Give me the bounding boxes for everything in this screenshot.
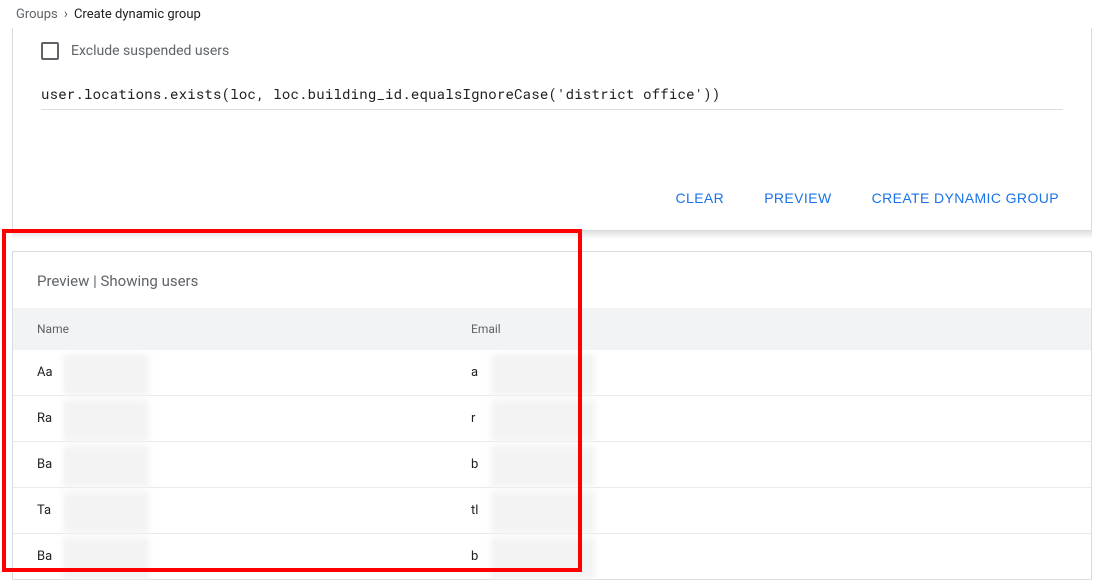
redaction-bar <box>63 354 149 395</box>
action-row: CLEAR PREVIEW CREATE DYNAMIC GROUP <box>41 110 1063 214</box>
redaction-bar <box>63 492 149 533</box>
create-group-button[interactable]: CREATE DYNAMIC GROUP <box>868 186 1063 210</box>
preview-button[interactable]: PREVIEW <box>760 186 835 210</box>
exclude-suspended-label: Exclude suspended users <box>71 43 229 59</box>
breadcrumb-current: Create dynamic group <box>74 7 201 22</box>
redaction-bar <box>63 538 149 579</box>
redaction-bar <box>63 400 149 441</box>
redaction-bar <box>491 446 595 487</box>
table-row[interactable]: Ba b <box>13 442 1091 488</box>
chevron-right-icon: › <box>64 6 68 22</box>
preview-header: Preview | Showing users <box>13 252 1091 308</box>
column-email-header: Email <box>471 322 1067 336</box>
table-header: Name Email <box>13 308 1091 350</box>
redaction-bar <box>491 400 595 441</box>
redaction-bar <box>491 354 595 395</box>
table-row[interactable]: Ta tl <box>13 488 1091 534</box>
table-row[interactable]: Aa a <box>13 350 1091 396</box>
shadow-divider <box>12 231 1092 239</box>
redaction-bar <box>491 538 595 579</box>
redaction-bar <box>491 492 595 533</box>
table-row[interactable]: Ba b <box>13 534 1091 579</box>
checkbox-icon[interactable] <box>41 42 59 60</box>
table-row[interactable]: Ra r <box>13 396 1091 442</box>
breadcrumb-parent[interactable]: Groups <box>16 7 58 22</box>
exclude-suspended-row[interactable]: Exclude suspended users <box>41 28 1063 80</box>
redaction-bar <box>63 446 149 487</box>
clear-button[interactable]: CLEAR <box>672 186 729 210</box>
breadcrumb: Groups › Create dynamic group <box>0 0 1104 28</box>
config-card: Exclude suspended users user.locations.e… <box>12 28 1092 231</box>
column-name-header: Name <box>37 322 471 336</box>
expression-input[interactable]: user.locations.exists(loc, loc.building_… <box>41 80 1063 110</box>
preview-section: Preview | Showing users Name Email Aa a … <box>12 251 1092 580</box>
